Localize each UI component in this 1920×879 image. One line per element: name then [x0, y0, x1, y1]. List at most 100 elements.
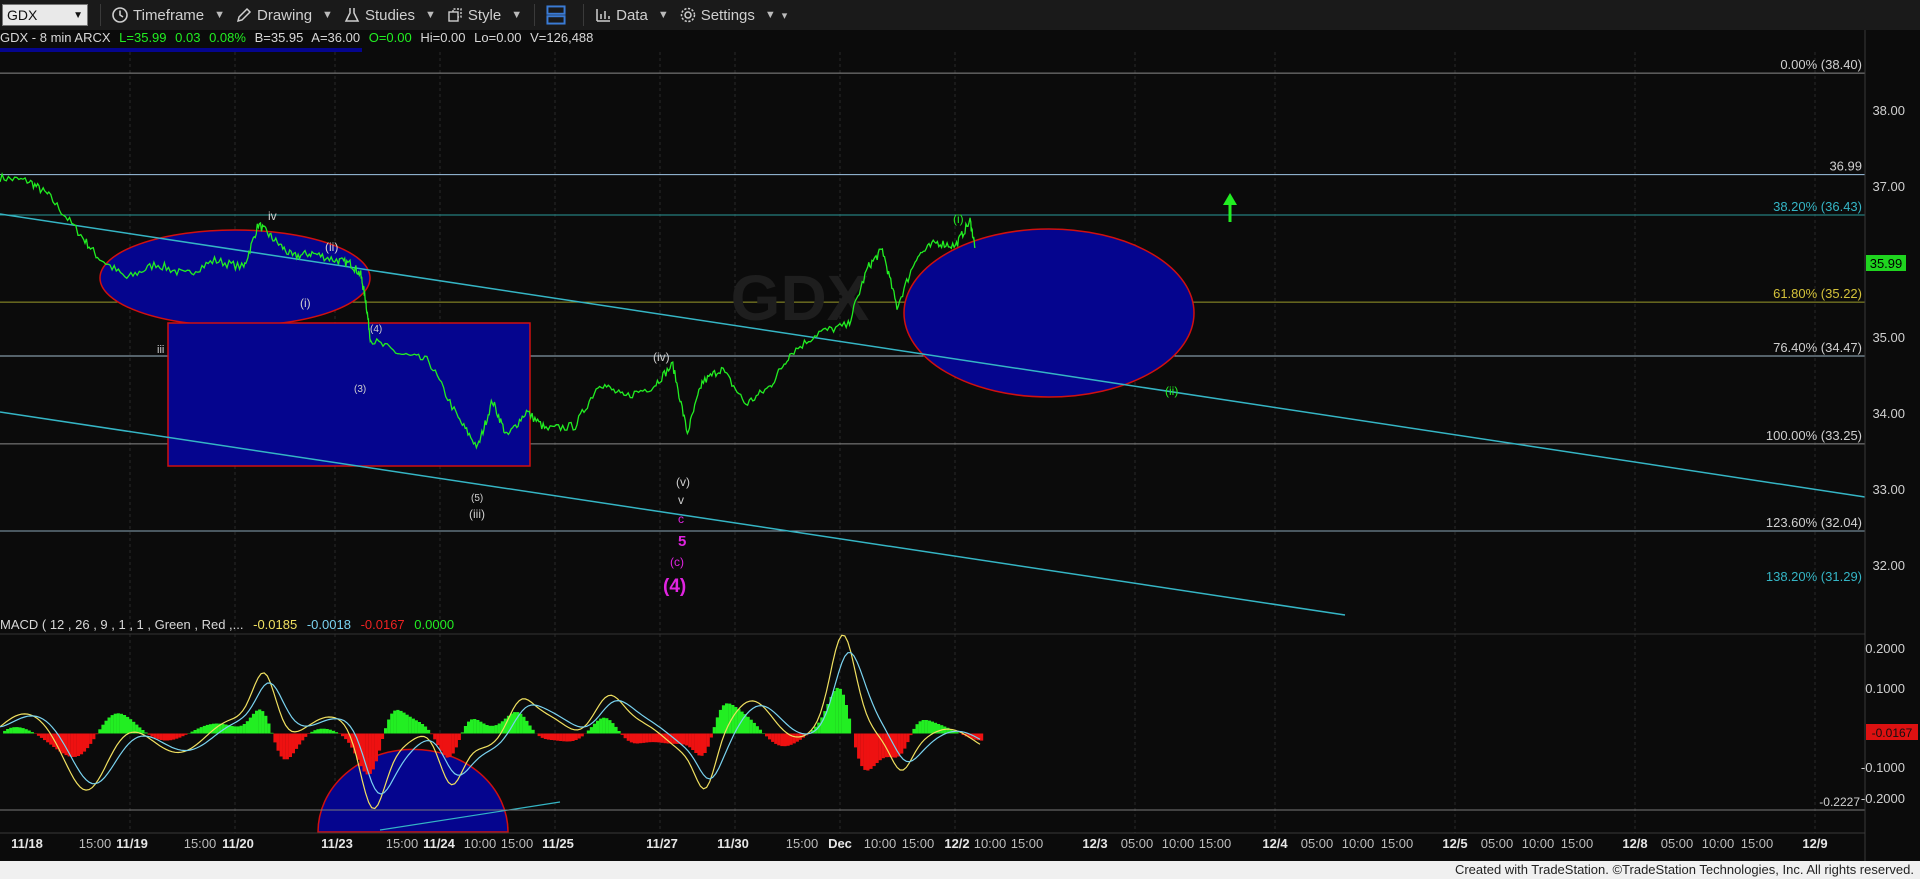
price-tick: 33.00 — [1872, 482, 1905, 497]
macd-histogram-bar — [927, 720, 931, 734]
macd-histogram-bar — [596, 720, 600, 734]
macd-histogram-bar — [141, 730, 145, 734]
macd-histogram-bar — [298, 733, 302, 745]
macd-histogram-bar — [454, 733, 458, 748]
wave-label: (i) — [300, 296, 311, 310]
wave-label: (iii) — [469, 507, 485, 521]
macd-histogram-bar — [147, 733, 151, 735]
macd-histogram-bar — [430, 733, 434, 735]
macd-histogram-bar — [900, 733, 904, 754]
macd-histogram-bar — [184, 733, 188, 735]
macd-histogram-bar — [755, 726, 759, 734]
macd-histogram-bar — [165, 733, 170, 741]
macd-histogram-bar — [399, 710, 403, 734]
macd-histogram-bar — [199, 727, 203, 734]
macd-histogram-bar — [528, 725, 532, 734]
macd-histogram-bar — [682, 733, 686, 745]
macd-histogram-bar — [860, 733, 864, 767]
layout-button[interactable] — [545, 2, 571, 28]
macd-histogram-bar — [193, 730, 197, 734]
fib-level-label: 138.20% (31.29) — [1766, 569, 1862, 584]
time-tick: 15:00 — [1741, 836, 1774, 851]
studies-label: Studies — [364, 6, 415, 24]
macd-histogram-bar — [156, 733, 160, 740]
macd-histogram-bar — [746, 716, 750, 734]
macd-histogram-bar — [270, 732, 274, 734]
macd-histogram-bar — [291, 733, 295, 754]
price-chart[interactable]: 0.00% (38.40) 36.99 38.20% (36.43) 61.80% (… — [0, 30, 1920, 861]
macd-histogram-bar — [586, 730, 590, 734]
macd-histogram-bar — [304, 733, 308, 737]
macd-histogram-bar — [341, 733, 345, 737]
macd-histogram-bar — [565, 733, 569, 742]
macd-histogram-bar — [869, 733, 873, 769]
macd-histogram-bar — [915, 724, 919, 734]
zone-ellipse-right — [903, 228, 1195, 398]
fib-level-label: 0.00% (38.40) — [1780, 57, 1862, 72]
wave-label: (4) — [370, 324, 382, 335]
macd-histogram-bar — [313, 730, 317, 734]
open-price: O=0.00 — [368, 30, 412, 45]
timeframe-menu[interactable]: Timeframe ▼ — [111, 2, 225, 28]
macd-histogram-bar — [980, 733, 984, 741]
chevron-down-icon: ▼ — [657, 9, 669, 21]
time-tick: 11/25 — [542, 836, 574, 851]
time-tick: 15:00 — [1011, 836, 1044, 851]
data-menu[interactable]: Data ▼ — [594, 2, 669, 28]
symbol-info-line: GDX - 8 min ARCX L=35.99 0.03 0.08% B=35… — [0, 30, 598, 48]
macd-histogram-bar — [76, 733, 80, 756]
macd-histogram-bar — [113, 713, 117, 734]
macd-histogram-bar — [685, 733, 689, 746]
time-tick: 12/5 — [1442, 836, 1467, 851]
macd-histogram-bar — [427, 729, 431, 734]
style-icon — [448, 8, 462, 22]
macd-histogram-bar — [706, 733, 710, 747]
macd-tick: -0.1000 — [1861, 760, 1905, 775]
footer-credit: Created with TradeStation. ©TradeStation… — [0, 861, 1920, 879]
fib-level-label: 36.99 — [1829, 159, 1862, 174]
price-tick: 38.00 — [1872, 103, 1905, 118]
macd-histogram-bar — [648, 733, 652, 743]
macd-histogram-bar — [294, 733, 299, 749]
flask-icon — [344, 8, 360, 22]
macd-histogram-bar — [531, 729, 535, 734]
gear-icon — [680, 7, 695, 23]
macd-histogram-bar — [467, 721, 471, 734]
macd-histogram-bar — [344, 733, 348, 740]
volume: V=126,488 — [530, 30, 594, 45]
settings-menu[interactable]: Settings ▼ ▾ — [679, 2, 787, 28]
time-tick: 11/27 — [646, 836, 678, 851]
macd-histogram-bar — [540, 733, 544, 738]
macd-histogram-bar — [18, 727, 22, 734]
macd-title: MACD ( 12 , 26 , 9 , 1 , 1 , Green , Red… — [0, 617, 244, 632]
macd-histogram-bar — [264, 715, 268, 734]
macd-histogram-bar — [774, 733, 778, 744]
price-change-pct: 0.08% — [209, 30, 246, 45]
time-tick: 10:00 — [864, 836, 897, 851]
style-menu[interactable]: Style ▼ — [446, 2, 522, 28]
low-price: Lo=0.00 — [474, 30, 522, 45]
macd-histogram-bar — [592, 723, 597, 734]
macd-histogram-bar — [236, 726, 240, 734]
macd-histogram-bar — [832, 691, 836, 734]
fib-level-label: 123.60% (32.04) — [1766, 515, 1862, 530]
drawing-menu[interactable]: Drawing ▼ — [235, 2, 333, 28]
studies-menu[interactable]: Studies ▼ — [343, 2, 436, 28]
time-tick: 11/18 — [11, 836, 43, 851]
macd-tick: 0.2000 — [1865, 641, 1905, 656]
toolbar: GDX ▼ Timeframe ▼ Drawing ▼ Studies ▼ St… — [0, 0, 1920, 31]
style-label: Style — [467, 6, 502, 24]
time-tick: 15:00 — [79, 836, 112, 851]
clock-icon — [112, 7, 128, 23]
macd-histogram-bar — [15, 727, 19, 734]
macd-histogram-bar — [635, 733, 640, 744]
macd-histogram-bar — [497, 723, 501, 734]
time-tick: Dec — [828, 836, 852, 851]
time-tick: 11/23 — [321, 836, 353, 851]
symbol-value: GDX — [7, 7, 38, 23]
macd-histogram-bar — [694, 733, 698, 753]
time-tick: 10:00 — [1522, 836, 1555, 851]
macd-histogram-bar — [46, 733, 50, 743]
symbol-select[interactable]: GDX ▼ — [2, 4, 88, 26]
macd-level-label: -0.2227 — [1819, 795, 1860, 809]
